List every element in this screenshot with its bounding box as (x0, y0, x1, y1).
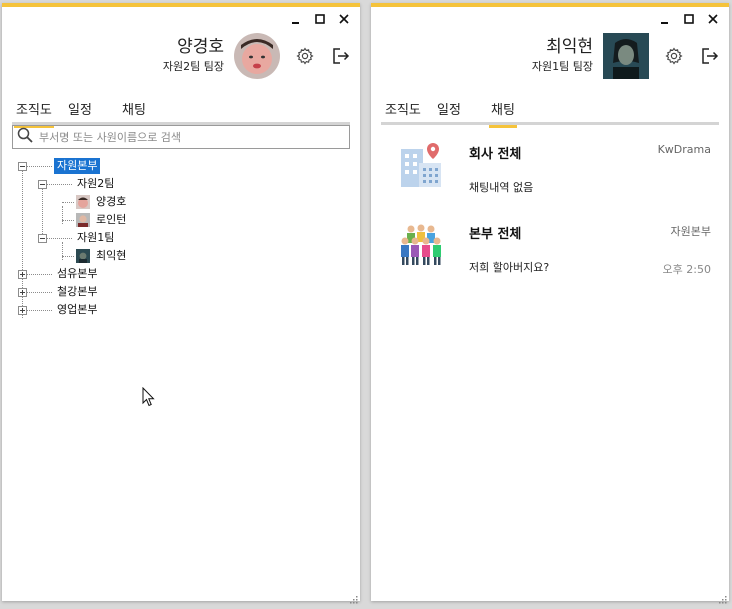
tree-expand-toggle[interactable] (18, 270, 27, 279)
chat-room-meta: KwDrama (657, 143, 711, 156)
close-icon[interactable] (338, 13, 350, 25)
search-box (12, 125, 350, 149)
chat-room-title: 회사 전체 (469, 147, 522, 162)
tree-node-team[interactable]: 자원1팀 (74, 229, 117, 247)
user-name: 양경호 (177, 37, 224, 57)
tab-chat[interactable]: 채팅 (122, 99, 146, 125)
minimize-icon[interactable] (659, 13, 671, 25)
avatar (76, 195, 90, 209)
tree-node-dept[interactable]: 섬유본부 (54, 265, 100, 283)
tree-node-dept[interactable]: 자원본부 (54, 157, 101, 175)
user-name: 최익현 (546, 37, 593, 57)
gear-icon[interactable] (663, 45, 685, 67)
chat-last-message: 저희 할아버지요? (469, 261, 550, 274)
tree-node-member[interactable]: 로인턴 (76, 211, 129, 229)
logout-icon[interactable] (330, 45, 352, 67)
tree-node-member[interactable]: 양경호 (76, 193, 129, 211)
tree-collapse-toggle[interactable] (38, 234, 47, 243)
tab-org-chart[interactable]: 조직도 (385, 99, 421, 125)
chat-time: 오후 2:50 (662, 263, 711, 276)
tree-node-label: 영업본부 (57, 303, 98, 316)
maximize-icon[interactable] (683, 13, 695, 25)
chat-room-meta: 자원본부 (670, 225, 711, 238)
tree-node-member[interactable]: 최익현 (76, 247, 129, 265)
tab-bar: 조직도 일정 채팅 (12, 95, 350, 128)
user-profile: 최익현 자원1팀 팀장 (532, 33, 721, 79)
tree-node-label: 섬유본부 (57, 267, 98, 280)
messenger-window-left: 양경호 자원2팀 팀장 조직도 일정 채팅 부서명 또는 사원이름으로 검색 자… (2, 3, 360, 604)
people-group-icon (395, 219, 447, 271)
chat-room-item[interactable]: 회사 전체 KwDrama 채팅내역 없음 (385, 135, 717, 205)
logout-icon[interactable] (699, 45, 721, 67)
tab-schedule[interactable]: 일정 (437, 99, 461, 125)
tree-node-label: 자원1팀 (77, 231, 115, 244)
user-role: 자원1팀 팀장 (531, 60, 593, 73)
chat-room-item[interactable]: 본부 전체 자원본부 저희 할아버지요? 오후 2:50 (385, 215, 717, 285)
tab-schedule[interactable]: 일정 (68, 99, 92, 125)
mouse-cursor-icon (142, 386, 156, 411)
tree-expand-toggle[interactable] (18, 306, 27, 315)
tab-chat[interactable]: 채팅 (489, 99, 517, 128)
search-icon[interactable] (17, 127, 33, 147)
search-input[interactable] (39, 130, 349, 144)
tree-collapse-toggle[interactable] (18, 162, 27, 171)
tree-node-dept[interactable]: 영업본부 (54, 301, 100, 319)
minimize-icon[interactable] (290, 13, 302, 25)
avatar (76, 249, 90, 263)
messenger-window-right: 최익현 자원1팀 팀장 조직도 일정 채팅 회사 전체 KwDrama 채팅내역… (371, 3, 729, 604)
tree-expand-toggle[interactable] (18, 288, 27, 297)
resize-grip-icon[interactable] (717, 589, 727, 604)
tree-collapse-toggle[interactable] (38, 180, 47, 189)
chat-last-message: 채팅내역 없음 (469, 181, 534, 194)
tree-node-team[interactable]: 자원2팀 (74, 175, 117, 193)
tree-node-label: 철강본부 (57, 285, 98, 298)
org-tree: 자원본부 자원2팀 양경호 로인턴 자원1팀 최익현 섬유본부 철강본부 영업본… (18, 157, 350, 327)
tree-node-label: 최익현 (96, 249, 127, 262)
gear-icon[interactable] (294, 45, 316, 67)
user-profile: 양경호 자원2팀 팀장 (163, 33, 352, 79)
window-controls (290, 13, 350, 25)
avatar[interactable] (603, 33, 649, 79)
tree-node-label: 자원본부 (54, 158, 101, 174)
tree-node-dept[interactable]: 철강본부 (54, 283, 100, 301)
tree-node-label: 양경호 (96, 195, 127, 208)
user-role: 자원2팀 팀장 (162, 60, 224, 73)
avatar[interactable] (234, 33, 280, 79)
close-icon[interactable] (707, 13, 719, 25)
chat-room-title: 본부 전체 (469, 227, 522, 242)
resize-grip-icon[interactable] (348, 589, 358, 604)
tree-node-label: 자원2팀 (77, 177, 115, 190)
tab-org-chart[interactable]: 조직도 (14, 99, 54, 128)
maximize-icon[interactable] (314, 13, 326, 25)
tab-bar: 조직도 일정 채팅 (381, 95, 719, 128)
window-controls (659, 13, 719, 25)
tree-node-label: 로인턴 (96, 213, 127, 226)
avatar (76, 213, 90, 227)
building-icon (395, 139, 447, 191)
